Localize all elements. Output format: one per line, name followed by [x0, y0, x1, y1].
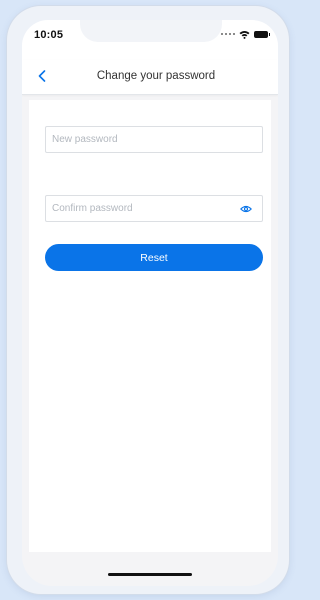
eye-icon	[240, 205, 252, 213]
home-indicator	[108, 573, 192, 576]
battery-icon	[254, 30, 270, 38]
show-password-toggle[interactable]	[240, 203, 252, 215]
new-password-field-box	[45, 126, 263, 153]
phone-screen: 10:05 Change your password Reset	[22, 20, 278, 586]
wifi-icon	[239, 30, 250, 39]
chevron-left-icon	[38, 70, 46, 82]
device-notch	[80, 20, 222, 42]
status-bar: 10:05	[22, 20, 278, 60]
status-time: 10:05	[34, 29, 64, 41]
signal-icon	[221, 33, 235, 35]
status-icons	[221, 28, 270, 40]
navigation-bar: Change your password	[22, 60, 278, 95]
confirm-password-input[interactable]	[52, 196, 232, 221]
new-password-input[interactable]	[52, 127, 232, 152]
reset-button[interactable]: Reset	[45, 244, 263, 271]
confirm-password-field-box	[45, 195, 263, 222]
back-button[interactable]	[32, 66, 52, 86]
password-form: Reset	[29, 100, 271, 552]
page-title: Change your password	[96, 70, 216, 82]
